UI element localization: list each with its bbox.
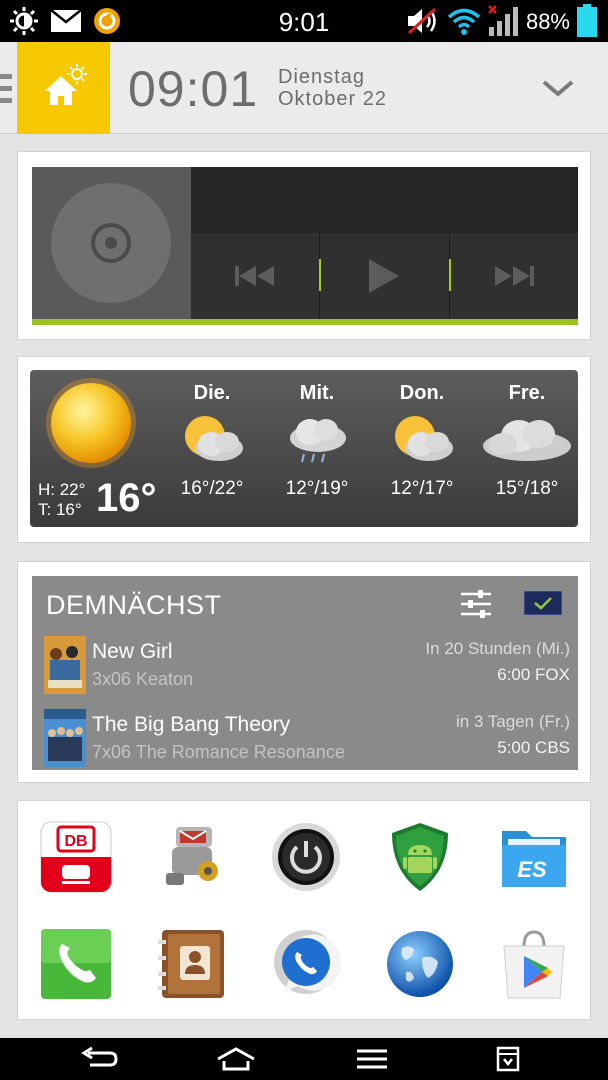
forecast-temp: 16°/22°: [180, 478, 244, 499]
show-poster: [44, 709, 86, 767]
upcoming-panel: DEMNÄCHST New Girl 3x06 Keaton In 20 Stu…: [32, 576, 578, 770]
low-temp: T: 16°: [38, 500, 82, 519]
forecast-day: Don.: [399, 382, 445, 404]
cloudy-icon: [477, 408, 577, 472]
db-navigator-icon[interactable]: DB: [38, 819, 114, 895]
home-button[interactable]: [17, 42, 110, 134]
forecast-temp: 12°/17°: [390, 478, 454, 499]
checkmark-icon[interactable]: [524, 591, 562, 615]
cloud-rain-icon: [267, 408, 367, 472]
app-dock: DB ES: [17, 800, 591, 1020]
header-date: Oktober 22: [278, 88, 387, 110]
show-title: The Big Bang Theory: [92, 713, 291, 736]
signal-icon: [486, 5, 522, 36]
home-icon: [217, 1047, 255, 1071]
play-button[interactable]: [319, 233, 449, 319]
show-airtime-channel: 6:00 FOX: [497, 665, 570, 684]
forecast-temp: 15°/18°: [495, 478, 559, 499]
partly-cloudy-icon: [372, 408, 472, 472]
status-bar: 9:01 88%: [0, 0, 608, 42]
chevron-down-icon[interactable]: [540, 70, 576, 106]
header-clock[interactable]: 09:01: [128, 60, 258, 118]
show-episode: 3x06 Keaton: [92, 669, 194, 689]
list-item[interactable]: The Big Bang Theory 7x06 The Romance Res…: [44, 709, 570, 769]
music-widget: [17, 151, 591, 340]
phone-icon[interactable]: [38, 926, 114, 1002]
forecast-day: Mit.: [299, 382, 335, 404]
upcoming-shows-widget: DEMNÄCHST New Girl 3x06 Keaton In 20 Stu…: [17, 561, 591, 783]
tray-down-icon: [496, 1046, 520, 1072]
previous-button[interactable]: [191, 233, 320, 319]
forecast-day: Die.: [193, 382, 231, 404]
home-nav-button[interactable]: [206, 1043, 266, 1075]
high-temp: H: 22°: [38, 480, 86, 499]
navigation-bar: [0, 1038, 608, 1080]
forecast-day: Fre.: [508, 382, 546, 404]
show-poster: [44, 636, 86, 694]
whatsapp-plus-icon[interactable]: [268, 926, 344, 1002]
sun-icon: [44, 376, 138, 470]
weather-panel: H: 22° T: 16° 16° Die. 16°/22° Mit. 12°/…: [30, 370, 578, 527]
menu-button[interactable]: [342, 1043, 402, 1075]
music-player: [32, 167, 578, 325]
list-item[interactable]: New Girl 3x06 Keaton In 20 Stunden (Mi.)…: [44, 636, 570, 696]
show-title: New Girl: [92, 640, 173, 663]
forecast-temp: 12°/19°: [285, 478, 349, 499]
back-button[interactable]: [70, 1043, 130, 1075]
previous-icon: [235, 266, 275, 286]
mail-robot-icon[interactable]: [154, 819, 230, 895]
android-shield-icon[interactable]: [382, 819, 458, 895]
show-airtime-channel: 5:00 CBS: [497, 738, 570, 757]
battery-percent: 88%: [525, 9, 570, 34]
next-button[interactable]: [448, 233, 578, 319]
home-header: 09:01 Dienstag Oktober 22: [0, 42, 608, 134]
es-logo-text: ES: [517, 857, 547, 882]
next-icon: [494, 266, 534, 286]
track-info-area[interactable]: [191, 167, 578, 233]
current-temp: 16°: [96, 476, 157, 520]
muted-speaker-icon: [404, 6, 440, 36]
menu-icon: [357, 1049, 387, 1069]
power-icon[interactable]: [268, 819, 344, 895]
album-art[interactable]: [32, 167, 191, 319]
drawer-handle-icon[interactable]: [0, 72, 12, 106]
show-airtime-relative: In 20 Stunden (Mi.): [425, 639, 570, 658]
battery-icon: [576, 4, 598, 38]
show-airtime-relative: in 3 Tagen (Fr.): [455, 712, 570, 731]
progress-bar: [32, 319, 578, 325]
play-icon: [369, 259, 400, 293]
db-logo-text: DB: [64, 833, 87, 850]
wifi-icon: [446, 6, 482, 36]
settings-sliders-icon[interactable]: [460, 588, 492, 620]
header-weekday: Dienstag: [278, 66, 365, 88]
playback-controls: [191, 233, 578, 319]
home-weather-icon: [44, 64, 87, 105]
es-file-explorer-icon[interactable]: ES: [496, 819, 572, 895]
widget-title: DEMNÄCHST: [46, 590, 222, 620]
contacts-icon[interactable]: [154, 926, 230, 1002]
show-episode: 7x06 The Romance Resonance: [92, 742, 345, 762]
back-icon: [81, 1047, 118, 1067]
divider: [319, 259, 322, 291]
partly-cloudy-icon: [162, 408, 262, 472]
divider: [448, 259, 451, 291]
weather-widget[interactable]: H: 22° T: 16° 16° Die. 16°/22° Mit. 12°/…: [17, 356, 591, 543]
globe-browser-icon[interactable]: [382, 926, 458, 1002]
play-store-icon[interactable]: [496, 926, 572, 1002]
notification-tray-button[interactable]: [478, 1043, 538, 1075]
